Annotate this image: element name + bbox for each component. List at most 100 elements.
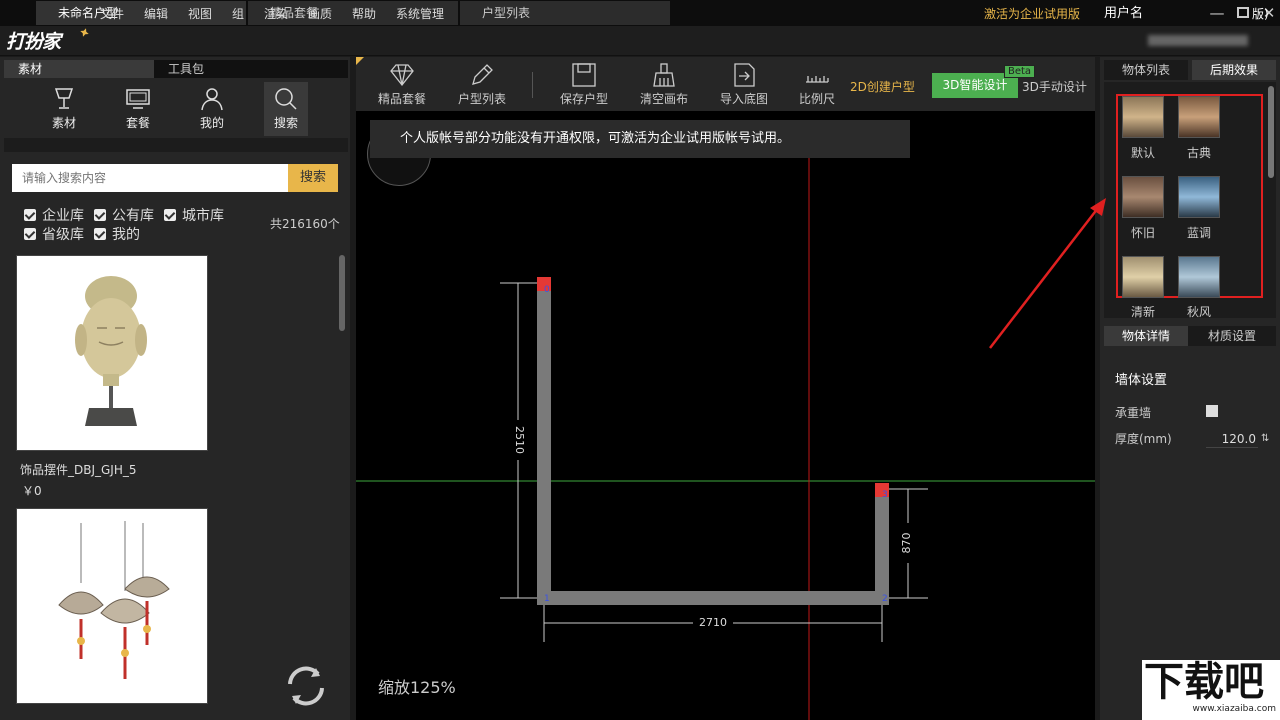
- filter-city-lib[interactable]: 城市库: [164, 205, 224, 225]
- tool-import[interactable]: 导入底图: [708, 60, 780, 107]
- minimize-icon[interactable]: —: [1206, 3, 1228, 23]
- wall-settings-heading: 墙体设置: [1115, 373, 1168, 388]
- thickness-input[interactable]: 120.0: [1206, 430, 1258, 448]
- effects-scrollbar[interactable]: [1268, 86, 1274, 178]
- tab-material-settings[interactable]: 材质设置: [1188, 326, 1276, 346]
- broom-icon: [653, 63, 675, 87]
- doc-tab-unnamed[interactable]: 未命名户型: [36, 1, 246, 25]
- tool-floorplans[interactable]: 户型列表: [446, 60, 518, 107]
- mode-2d-create[interactable]: 2D创建户型: [850, 78, 915, 95]
- effect-fresh[interactable]: [1121, 256, 1165, 298]
- user-name-redacted: [1148, 35, 1248, 46]
- category-packages[interactable]: 套餐: [112, 82, 164, 136]
- checkbox-icon: [94, 209, 106, 221]
- mode-3d-manual[interactable]: 3D手动设计: [1022, 78, 1088, 95]
- pendant-lamp-thumbnail: [58, 521, 170, 679]
- watermark: 下载吧 www.xiazaiba.com: [1142, 660, 1280, 720]
- list-scrollbar[interactable]: [339, 255, 345, 331]
- category-label: 套餐: [125, 116, 150, 130]
- thickness-label: 厚度(mm): [1115, 432, 1172, 446]
- filter-public-lib[interactable]: 公有库: [94, 205, 154, 225]
- tool-label: 户型列表: [457, 92, 506, 106]
- filter-mine[interactable]: 我的: [94, 224, 140, 244]
- menu-system[interactable]: 系统管理: [396, 0, 444, 30]
- watermark-text: 下载吧: [1144, 659, 1264, 705]
- effect-classic[interactable]: 古典: [1177, 96, 1221, 161]
- beta-badge: Beta: [1004, 65, 1036, 78]
- spinner-arrows-icon[interactable]: ⇅: [1261, 433, 1269, 444]
- wall-right: [875, 483, 889, 605]
- effect-label: 蓝调: [1186, 226, 1211, 240]
- menu-quality[interactable]: 画质: [308, 0, 332, 30]
- app-logo: 打扮家: [6, 31, 61, 53]
- buddha-head-thumbnail: [75, 276, 147, 426]
- effect-thumbnail: [1178, 96, 1220, 138]
- effect-thumbnail: [1122, 256, 1164, 298]
- user-name-label: 用户名: [1104, 6, 1144, 21]
- dimension-right: 870: [900, 523, 916, 563]
- effect-label: 怀旧: [1130, 226, 1155, 240]
- filter-label: 城市库: [182, 208, 224, 224]
- tool-label: 保存户型: [559, 92, 608, 106]
- tool-label: 比例尺: [798, 92, 835, 106]
- effect-thumbnail: [1178, 256, 1220, 298]
- effect-blue-tone[interactable]: 蓝调: [1177, 176, 1221, 241]
- corner-label: 3: [882, 490, 888, 500]
- category-search[interactable]: 搜索: [264, 82, 308, 136]
- category-label: 搜索: [273, 116, 298, 130]
- search-input[interactable]: [12, 164, 288, 192]
- tab-post-effects[interactable]: 后期效果: [1192, 60, 1276, 80]
- diamond-icon: [390, 64, 414, 87]
- tab-materials[interactable]: 素材: [4, 60, 154, 78]
- tool-label: 精品套餐: [377, 92, 426, 106]
- menu-group[interactable]: 组: [232, 0, 244, 30]
- checkbox-icon: [24, 228, 36, 240]
- checkbox-icon: [24, 209, 36, 221]
- tab-object-list[interactable]: 物体列表: [1104, 60, 1188, 80]
- material-price: ￥0: [22, 484, 42, 498]
- effect-label: 默认: [1130, 146, 1155, 160]
- material-card[interactable]: [16, 508, 208, 704]
- wall-left: [537, 277, 551, 605]
- search-icon: [275, 88, 297, 110]
- tool-save[interactable]: 保存户型: [548, 60, 620, 107]
- bearing-wall-checkbox[interactable]: [1206, 405, 1218, 417]
- menu-view[interactable]: 视图: [188, 0, 212, 30]
- tab-toolkit[interactable]: 工具包: [154, 60, 348, 78]
- category-materials[interactable]: 素材: [38, 82, 90, 136]
- material-card[interactable]: [16, 255, 208, 451]
- category-label: 我的: [199, 116, 224, 130]
- menu-help[interactable]: 帮助: [352, 0, 376, 30]
- effect-default[interactable]: 默认: [1121, 96, 1165, 161]
- effect-thumbnail: [1178, 176, 1220, 218]
- menu-edit[interactable]: 编辑: [144, 0, 168, 30]
- effect-autumn[interactable]: [1177, 256, 1221, 298]
- ruler-icon: [806, 76, 829, 83]
- maximize-icon[interactable]: [1232, 3, 1254, 23]
- tool-label: 清空画布: [639, 92, 688, 106]
- refresh-icon[interactable]: [282, 662, 330, 710]
- red-arrow-annotation: [989, 198, 1106, 349]
- result-count: 共216160个: [270, 217, 340, 231]
- tool-scale[interactable]: 比例尺: [782, 60, 852, 107]
- doc-tab-floorplans[interactable]: 户型列表: [460, 1, 670, 25]
- menu-file[interactable]: 文件: [100, 0, 124, 30]
- filter-province-lib[interactable]: 省级库: [24, 224, 84, 244]
- bearing-wall-label: 承重墙: [1115, 406, 1152, 420]
- activate-enterprise-link[interactable]: 激活为企业试用版: [984, 0, 1080, 30]
- corner-label: 2: [882, 594, 888, 604]
- menu-bar: [0, 26, 1280, 56]
- corner-label: 1: [544, 594, 550, 604]
- tool-clear[interactable]: 清空画布: [628, 60, 700, 107]
- save-icon: [572, 63, 596, 87]
- tab-object-detail[interactable]: 物体详情: [1104, 326, 1188, 346]
- tool-packages[interactable]: 精品套餐: [366, 60, 438, 107]
- lamp-icon: [54, 88, 74, 109]
- filter-enterprise-lib[interactable]: 企业库: [24, 205, 84, 225]
- effect-nostalgic[interactable]: 怀旧: [1121, 176, 1165, 241]
- corner-label: 0: [544, 285, 550, 295]
- filter-label: 我的: [112, 227, 140, 243]
- category-mine[interactable]: 我的: [186, 82, 238, 136]
- search-button[interactable]: 搜索: [288, 164, 338, 192]
- menu-render[interactable]: 渲染: [264, 0, 288, 30]
